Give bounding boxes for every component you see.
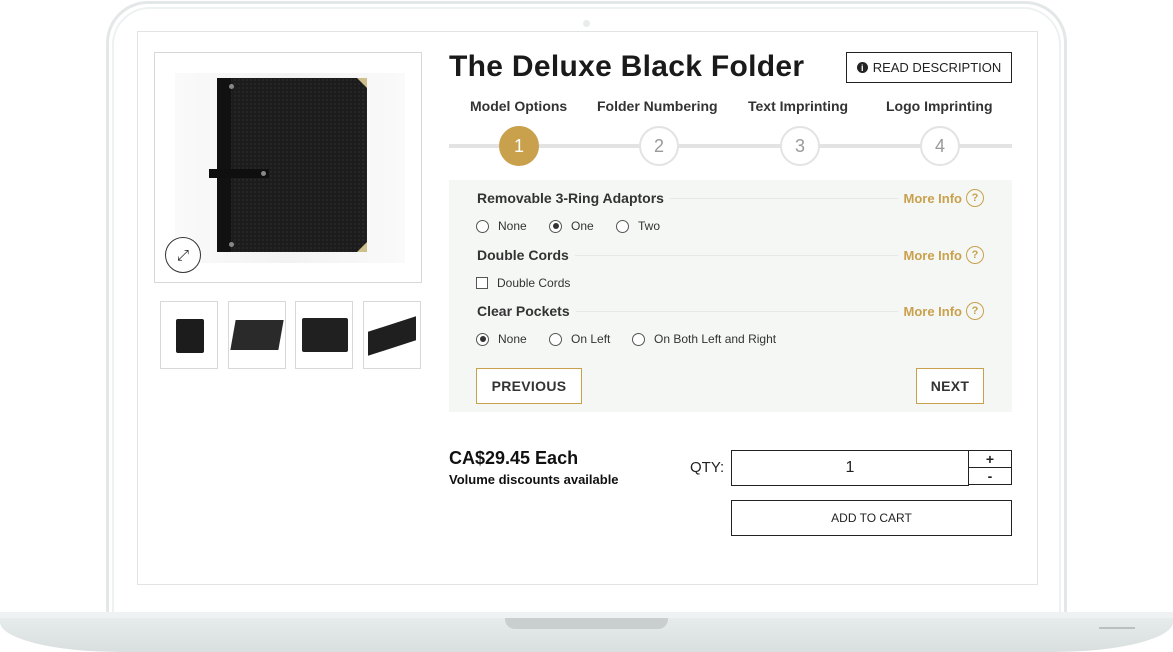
camera-dot	[583, 20, 590, 27]
double-cords-checkbox[interactable]: Double Cords	[476, 276, 570, 290]
volume-discount-note: Volume discounts available	[449, 472, 619, 487]
ring-adaptors-none-radio[interactable]: None	[476, 219, 527, 233]
radio-label: None	[498, 332, 527, 346]
radio-label: None	[498, 219, 527, 233]
next-button[interactable]: NEXT	[916, 368, 984, 404]
tab-logo-imprinting[interactable]: Logo Imprinting	[886, 98, 993, 114]
tab-text-imprinting[interactable]: Text Imprinting	[748, 98, 848, 114]
read-description-label: READ DESCRIPTION	[872, 60, 1002, 75]
radio-label: One	[571, 219, 594, 233]
clear-pockets-none-radio[interactable]: None	[476, 332, 527, 346]
add-to-cart-button[interactable]: ADD TO CART	[731, 500, 1012, 536]
folder-rivet	[229, 242, 234, 247]
ring-adaptors-title: Removable 3-Ring Adaptors	[477, 190, 670, 206]
radio-button[interactable]	[632, 332, 645, 346]
step-4-circle[interactable]: 4	[920, 126, 960, 166]
radio-button[interactable]	[549, 332, 562, 346]
expand-icon[interactable]: ⤢	[165, 237, 201, 273]
radio-button[interactable]	[476, 219, 489, 233]
thumbnail-4[interactable]	[363, 301, 421, 369]
quantity-input[interactable]	[731, 450, 969, 486]
thumbnail-image	[230, 320, 284, 350]
step-2-circle[interactable]: 2	[639, 126, 679, 166]
folder-rivet	[229, 84, 234, 89]
clear-pockets-title: Clear Pockets	[477, 303, 576, 319]
product-title: The Deluxe Black Folder	[449, 50, 805, 83]
folder-rivet	[261, 171, 266, 176]
checkbox[interactable]	[476, 277, 488, 289]
checkbox-label: Double Cords	[497, 276, 571, 290]
more-info-label: More Info	[903, 190, 963, 206]
folder-corner	[357, 78, 367, 88]
question-circle-icon: ?	[966, 246, 984, 264]
laptop-base-line	[1099, 627, 1135, 629]
ring-adaptors-more-info[interactable]: More Info ?	[897, 189, 984, 207]
read-description-button[interactable]: i READ DESCRIPTION	[846, 52, 1012, 83]
laptop-notch	[505, 618, 668, 629]
more-info-label: More Info	[903, 247, 963, 263]
clear-pockets-left-radio[interactable]: On Left	[549, 332, 610, 346]
folder-strap	[209, 169, 269, 178]
double-cords-title: Double Cords	[477, 247, 575, 263]
step-1-circle[interactable]: 1	[499, 126, 539, 166]
thumbnail-image	[368, 316, 416, 356]
question-circle-icon: ?	[966, 302, 984, 320]
question-circle-icon: ?	[966, 189, 984, 207]
thumbnail-2[interactable]	[228, 301, 286, 369]
quantity-label: QTY:	[690, 459, 725, 476]
quantity-decrease-button[interactable]: -	[968, 467, 1012, 485]
tab-folder-numbering[interactable]: Folder Numbering	[597, 98, 718, 114]
product-main-image: ⤢	[154, 52, 422, 283]
ring-adaptors-two-radio[interactable]: Two	[616, 219, 660, 233]
info-icon: i	[856, 62, 868, 73]
thumbnail-1[interactable]	[160, 301, 218, 369]
radio-button-selected[interactable]	[549, 219, 562, 233]
thumbnail-image	[176, 319, 204, 353]
thumbnail-3[interactable]	[295, 301, 353, 369]
clear-pockets-more-info[interactable]: More Info ?	[897, 302, 984, 320]
product-price: CA$29.45 Each	[449, 448, 579, 468]
folder-spine	[217, 78, 231, 252]
radio-button-selected[interactable]	[476, 332, 489, 346]
ring-adaptors-one-radio[interactable]: One	[549, 219, 594, 233]
folder-corner	[357, 242, 367, 252]
radio-button[interactable]	[616, 219, 629, 233]
radio-label: On Left	[571, 332, 611, 346]
radio-label: On Both Left and Right	[654, 332, 777, 346]
thumbnail-image	[302, 318, 348, 352]
previous-button[interactable]: PREVIOUS	[476, 368, 582, 404]
radio-label: Two	[638, 219, 661, 233]
folder-image	[209, 78, 367, 252]
step-3-circle[interactable]: 3	[780, 126, 820, 166]
clear-pockets-both-radio[interactable]: On Both Left and Right	[632, 332, 776, 346]
double-cords-more-info[interactable]: More Info ?	[897, 246, 984, 264]
quantity-increase-button[interactable]: +	[968, 450, 1012, 468]
tab-model-options[interactable]: Model Options	[470, 98, 567, 114]
more-info-label: More Info	[903, 303, 963, 319]
